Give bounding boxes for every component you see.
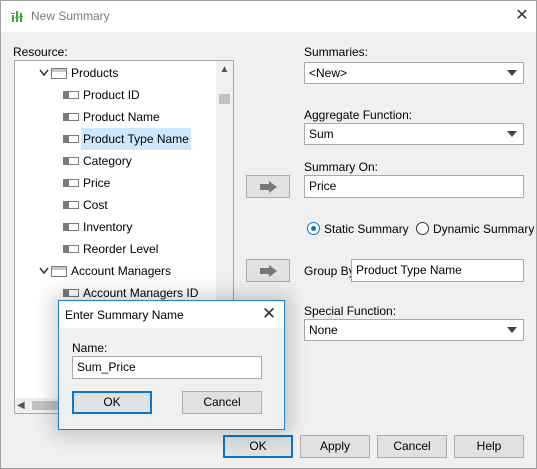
tree-node-label: Account Managers: [71, 264, 172, 278]
table-icon: [51, 68, 67, 79]
window-title: New Summary: [31, 9, 110, 23]
summaries-select[interactable]: <New>: [304, 62, 524, 84]
aggregate-value: Sum: [309, 127, 334, 141]
special-function-label: Special Function:: [304, 304, 397, 318]
chevron-down-icon[interactable]: [39, 267, 49, 275]
resource-label: Resource:: [13, 45, 68, 59]
subdialog-title-bar: Enter Summary Name ✕: [59, 301, 284, 328]
field-icon: [63, 223, 79, 231]
summaries-label: Summaries:: [304, 45, 369, 59]
subdialog-ok-button[interactable]: OK: [72, 391, 152, 414]
tree-node-label: Product ID: [83, 88, 140, 102]
chevron-down-icon[interactable]: [39, 69, 49, 77]
group-by-field[interactable]: Product Type Name: [351, 259, 524, 282]
radio-selected-icon: [307, 222, 320, 235]
tree-node-label: Product Name: [83, 110, 160, 124]
scroll-thumb[interactable]: [219, 94, 230, 104]
tree-node-label: Category: [83, 154, 132, 168]
arrow-right-icon: [260, 265, 277, 277]
tree-node-products[interactable]: Products: [15, 62, 215, 84]
tree-node-label: Price: [83, 176, 111, 190]
tree-node-field[interactable]: Product ID: [15, 84, 215, 106]
subdialog-title: Enter Summary Name: [65, 308, 184, 322]
field-icon: [63, 113, 79, 121]
dropdown-arrow-icon[interactable]: [507, 327, 517, 333]
tree-node-label: Inventory: [83, 220, 133, 234]
tree-node-label: Product Type Name: [81, 128, 191, 150]
summary-on-field[interactable]: Price: [304, 175, 524, 198]
aggregate-select[interactable]: Sum: [304, 123, 524, 145]
tree-node-label: Cost: [83, 198, 108, 212]
close-icon[interactable]: ✕: [513, 7, 531, 25]
dynamic-summary-label: Dynamic Summary: [433, 222, 535, 236]
static-summary-label: Static Summary: [324, 222, 409, 236]
tree-node-field[interactable]: Reorder Level: [15, 238, 215, 260]
tree-node-field[interactable]: Inventory: [15, 216, 215, 238]
ok-button[interactable]: OK: [223, 435, 293, 458]
bar-chart-icon: [11, 11, 23, 22]
field-icon: [63, 245, 79, 253]
add-summary-on-button[interactable]: [246, 175, 290, 198]
tree-node-field[interactable]: Product Name: [15, 106, 215, 128]
dynamic-summary-radio[interactable]: Dynamic Summary: [416, 221, 534, 237]
title-bar: New Summary ✕: [1, 1, 536, 32]
tree-node-account-managers[interactable]: Account Managers: [15, 260, 215, 282]
field-icon: [63, 157, 79, 165]
special-function-value: None: [309, 323, 338, 337]
tree-node-field[interactable]: Cost: [15, 194, 215, 216]
enter-summary-name-dialog: Enter Summary Name ✕ Name: Sum_Price OK …: [58, 300, 285, 430]
help-button[interactable]: Help: [454, 435, 524, 458]
table-icon: [51, 266, 67, 277]
tree-node-field[interactable]: Category: [15, 150, 215, 172]
field-icon: [63, 289, 79, 297]
cancel-button[interactable]: Cancel: [377, 435, 447, 458]
radio-unselected-icon: [416, 222, 429, 235]
static-summary-radio[interactable]: Static Summary: [307, 221, 409, 237]
arrow-right-icon: [260, 181, 277, 193]
special-function-select[interactable]: None: [304, 319, 524, 341]
summaries-value: <New>: [309, 66, 348, 80]
summary-on-label: Summary On:: [304, 160, 379, 174]
new-summary-dialog: New Summary ✕ Resource: Products Product…: [0, 0, 537, 469]
apply-button[interactable]: Apply: [300, 435, 370, 458]
summary-name-input[interactable]: Sum_Price: [72, 356, 262, 379]
group-by-label: Group By: [304, 264, 355, 278]
tree-node-label: Reorder Level: [83, 242, 159, 256]
field-icon: [63, 179, 79, 187]
dropdown-arrow-icon[interactable]: [507, 131, 517, 137]
aggregate-label: Aggregate Function:: [304, 108, 413, 122]
tree-node-label: Products: [71, 66, 119, 80]
field-icon: [63, 201, 79, 209]
tree-node-field-selected[interactable]: Product Type Name: [15, 128, 215, 150]
subdialog-cancel-button[interactable]: Cancel: [182, 391, 262, 414]
field-icon: [63, 135, 79, 143]
dropdown-arrow-icon[interactable]: [507, 70, 517, 76]
name-label: Name:: [72, 341, 108, 355]
tree-node-field[interactable]: Price: [15, 172, 215, 194]
add-group-by-button[interactable]: [246, 259, 290, 282]
scroll-up-icon[interactable]: ▲: [216, 63, 233, 77]
scroll-left-icon[interactable]: ◀: [17, 398, 29, 413]
close-icon[interactable]: ✕: [260, 304, 278, 324]
field-icon: [63, 91, 79, 99]
